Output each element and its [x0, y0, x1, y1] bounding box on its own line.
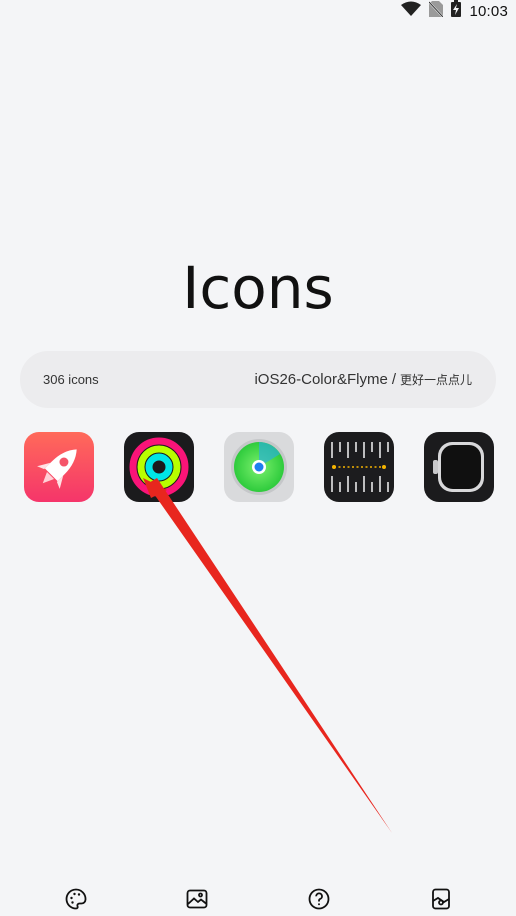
page-title: Icons — [182, 254, 334, 322]
find-my-app-icon[interactable] — [224, 432, 294, 502]
wallpaper-icon[interactable] — [183, 885, 211, 913]
wifi-icon — [401, 1, 422, 22]
rocket-app-icon[interactable] — [24, 432, 94, 502]
widget-icon[interactable] — [427, 885, 455, 913]
icon-pack-label: iOS26-Color&Flyme / 更好一点点儿 — [254, 371, 472, 388]
icon-pack-author: 更好一点点儿 — [399, 373, 472, 387]
no-sim-icon — [428, 0, 445, 22]
icon-preview-row — [24, 432, 494, 502]
status-bar: 10:03 — [0, 0, 516, 22]
measure-app-icon[interactable] — [324, 432, 394, 502]
help-icon[interactable] — [305, 885, 333, 913]
clock: 10:03 — [469, 2, 508, 20]
battery-charging-icon — [451, 0, 462, 22]
icon-count: 306 icons — [43, 372, 99, 387]
activity-rings-app-icon[interactable] — [124, 432, 194, 502]
palette-icon[interactable] — [62, 885, 90, 913]
watch-app-icon[interactable] — [424, 432, 494, 502]
icon-pack-info-bar[interactable]: 306 icons iOS26-Color&Flyme / 更好一点点儿 — [20, 351, 496, 408]
icon-pack-name: iOS26-Color&Flyme — [254, 371, 388, 388]
bottom-navigation — [0, 880, 516, 916]
separator: / — [391, 371, 396, 388]
